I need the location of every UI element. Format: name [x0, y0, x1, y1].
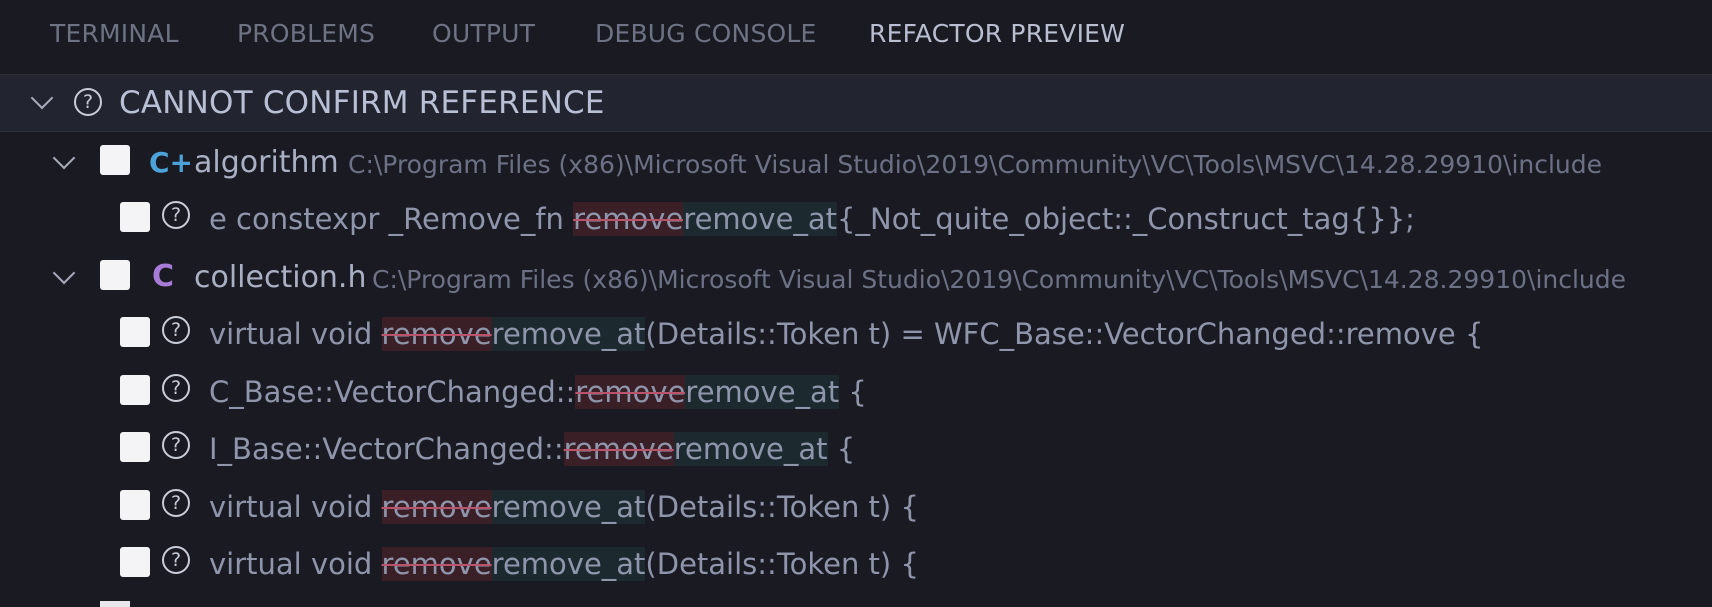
added-text: remove_at — [491, 547, 646, 581]
code-text: I_Base::VectorChanged:: — [209, 432, 564, 466]
reference-checkbox[interactable] — [120, 432, 150, 462]
code-text: { — [839, 375, 867, 409]
file-row-collection-h[interactable]: C collection.h C:\Program Files (x86)\Mi… — [0, 250, 1712, 306]
chevron-down-icon[interactable] — [52, 146, 76, 170]
code-text: virtual void — [209, 490, 382, 524]
panel-tab-bar: TERMINAL PROBLEMS OUTPUT DEBUG CONSOLE R… — [0, 0, 1712, 75]
tab-refactor-preview[interactable]: REFACTOR PREVIEW — [869, 0, 1125, 74]
chevron-down-icon[interactable] — [30, 86, 54, 110]
added-text: remove_at — [683, 202, 838, 236]
tab-terminal[interactable]: TERMINAL — [50, 0, 179, 74]
code-preview: C_Base::VectorChanged::removeremove_at { — [209, 364, 867, 420]
code-text: virtual void — [209, 547, 382, 581]
question-circle-icon: ? — [162, 489, 190, 517]
code-preview: virtual void removeremove_at(Details::To… — [209, 306, 1483, 362]
removed-text: remove — [563, 432, 674, 466]
c-header-icon: C — [152, 259, 175, 294]
file-checkbox[interactable] — [100, 145, 130, 175]
tab-problems[interactable]: PROBLEMS — [237, 0, 375, 74]
file-path: C:\Program Files (x86)\Microsoft Visual … — [372, 265, 1627, 294]
file-name: collection.h — [194, 260, 367, 295]
code-preview: virtual void removeremove_at(Details::To… — [209, 479, 919, 535]
code-preview: e constexpr _Remove_fn removeremove_at{_… — [209, 191, 1415, 247]
code-text: (Details::Token t) = WFC_Base::VectorCha… — [645, 317, 1484, 351]
reference-row[interactable]: ? virtual void removeremove_at(Details::… — [0, 306, 1712, 362]
question-circle-icon: ? — [74, 88, 102, 116]
reference-row[interactable]: ? e constexpr _Remove_fn removeremove_at… — [0, 191, 1712, 247]
section-header-cannot-confirm[interactable]: ? CANNOT CONFIRM REFERENCE — [0, 75, 1712, 132]
file-checkbox[interactable] — [100, 260, 130, 290]
question-circle-icon: ? — [162, 374, 190, 402]
section-title: CANNOT CONFIRM REFERENCE — [119, 85, 605, 121]
code-text: e constexpr _Remove_fn — [209, 202, 574, 236]
added-text: remove_at — [491, 490, 646, 524]
question-circle-icon: ? — [162, 431, 190, 459]
code-text: C_Base::VectorChanged:: — [209, 375, 576, 409]
file-name: algorithm — [194, 145, 339, 180]
removed-text: remove — [573, 202, 684, 236]
code-text: {_Not_quite_object::_Construct_tag{}}; — [837, 202, 1415, 236]
code-text: (Details::Token t) { — [645, 547, 919, 581]
cpp-icon: C+ — [149, 146, 194, 179]
code-text: virtual void — [209, 317, 382, 351]
reference-row[interactable]: ? I_Base::VectorChanged::removeremove_at… — [0, 421, 1712, 477]
code-preview: I_Base::VectorChanged::removeremove_at { — [209, 421, 855, 477]
reference-checkbox[interactable] — [120, 547, 150, 577]
file-path: C:\Program Files (x86)\Microsoft Visual … — [348, 150, 1603, 179]
file-row-algorithm[interactable]: C+ algorithm C:\Program Files (x86)\Micr… — [0, 135, 1712, 191]
reference-checkbox[interactable] — [120, 375, 150, 405]
question-circle-icon: ? — [162, 316, 190, 344]
removed-text: remove — [381, 547, 492, 581]
reference-row[interactable]: ? virtual void removeremove_at(Details::… — [0, 479, 1712, 535]
tab-output[interactable]: OUTPUT — [432, 0, 535, 74]
reference-checkbox[interactable] — [120, 317, 150, 347]
code-preview: virtual void removeremove_at(Details::To… — [209, 536, 919, 592]
reference-checkbox[interactable] — [120, 490, 150, 520]
removed-text: remove — [381, 317, 492, 351]
added-text: remove_at — [491, 317, 646, 351]
added-text: remove_at — [685, 375, 840, 409]
removed-text: remove — [575, 375, 686, 409]
code-text: { — [827, 432, 856, 466]
question-circle-icon: ? — [162, 201, 190, 229]
reference-row[interactable]: ? C_Base::VectorChanged::removeremove_at… — [0, 364, 1712, 420]
next-file-checkbox[interactable] — [100, 601, 130, 607]
reference-row[interactable]: ? virtual void removeremove_at(Details::… — [0, 536, 1712, 592]
added-text: remove_at — [673, 432, 828, 466]
tab-debug-console[interactable]: DEBUG CONSOLE — [595, 0, 817, 74]
chevron-down-icon[interactable] — [52, 261, 76, 285]
removed-text: remove — [381, 490, 492, 524]
reference-checkbox[interactable] — [120, 202, 150, 232]
code-text: (Details::Token t) { — [645, 490, 919, 524]
question-circle-icon: ? — [162, 546, 190, 574]
